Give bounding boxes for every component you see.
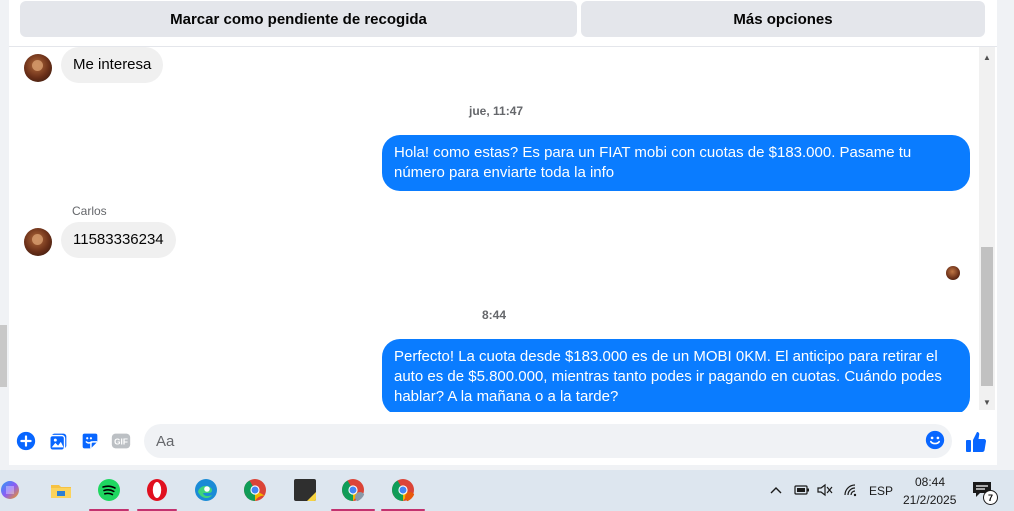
outgoing-message[interactable]: Hola! como estas? Es para un FIAT mobi c…: [382, 135, 970, 191]
read-receipt-avatar: [946, 266, 960, 280]
sticky-notes-icon[interactable]: [293, 478, 317, 502]
incoming-message[interactable]: Me interesa: [61, 47, 164, 83]
message-composer: GIF: [9, 417, 997, 465]
contact-avatar[interactable]: [24, 54, 52, 82]
wifi-icon[interactable]: [843, 483, 859, 497]
opera-icon[interactable]: [145, 478, 169, 502]
chevron-up-icon[interactable]: [769, 484, 783, 496]
notifications-count: 7: [987, 492, 993, 503]
file-explorer-icon[interactable]: [49, 478, 73, 502]
sticker-icon[interactable]: [79, 430, 101, 452]
clock-time[interactable]: 08:44: [915, 475, 945, 489]
scroll-down-arrow-icon[interactable]: ▼: [979, 395, 995, 409]
taskbar: ESP 08:44 21/2/2025 7: [0, 470, 1014, 511]
scroll-up-arrow-icon[interactable]: ▲: [979, 50, 995, 64]
notifications-badge: 7: [983, 490, 998, 505]
message-text: 11583336234: [73, 231, 164, 248]
plus-icon[interactable]: [15, 430, 37, 452]
message-text: Hola! como estas? Es para un FIAT mobi c…: [394, 144, 912, 181]
mark-pending-pickup-label: Marcar como pendiente de recogida: [170, 10, 427, 28]
page-edge-right: [997, 0, 1014, 470]
page-scrollbar-thumb[interactable]: [0, 325, 7, 387]
incoming-message[interactable]: 11583336234: [61, 222, 176, 258]
timestamp: jue, 11:47: [469, 104, 524, 118]
mark-pending-pickup-button[interactable]: Marcar como pendiente de recogida: [20, 1, 577, 37]
chrome-profile-icon[interactable]: [341, 478, 365, 502]
timestamp: 8:44: [482, 308, 507, 322]
svg-text:GIF: GIF: [114, 438, 128, 447]
photo-icon[interactable]: [48, 430, 70, 452]
chat-scrollbar-thumb[interactable]: [981, 247, 993, 386]
more-options-button[interactable]: Más opciones: [581, 1, 985, 37]
outgoing-message[interactable]: Perfecto! La cuota desde $183.000 es de …: [382, 339, 970, 412]
contact-avatar[interactable]: [24, 228, 52, 256]
language-indicator[interactable]: ESP: [869, 484, 893, 498]
chrome-profile-icon[interactable]: [391, 478, 415, 502]
sender-name: Carlos: [72, 204, 107, 218]
more-options-label: Más opciones: [733, 10, 833, 28]
edge-icon[interactable]: [194, 478, 218, 502]
message-text: Me interesa: [73, 56, 152, 73]
speaker-muted-icon[interactable]: [816, 483, 834, 497]
clock-date[interactable]: 21/2/2025: [903, 493, 956, 507]
message-list[interactable]: Me interesa jue, 11:47 Hola! como estas?…: [9, 47, 979, 412]
message-input[interactable]: [144, 424, 952, 458]
message-text: Perfecto! La cuota desde $183.000 es de …: [394, 348, 942, 405]
battery-icon[interactable]: [792, 483, 810, 497]
gif-icon[interactable]: GIF: [110, 430, 132, 452]
emoji-icon[interactable]: [925, 430, 945, 450]
thumbs-up-icon[interactable]: [964, 430, 988, 454]
page-edge-left: [0, 0, 9, 470]
spotify-icon[interactable]: [97, 478, 121, 502]
copilot-icon[interactable]: [0, 478, 22, 502]
chrome-icon[interactable]: [243, 478, 267, 502]
